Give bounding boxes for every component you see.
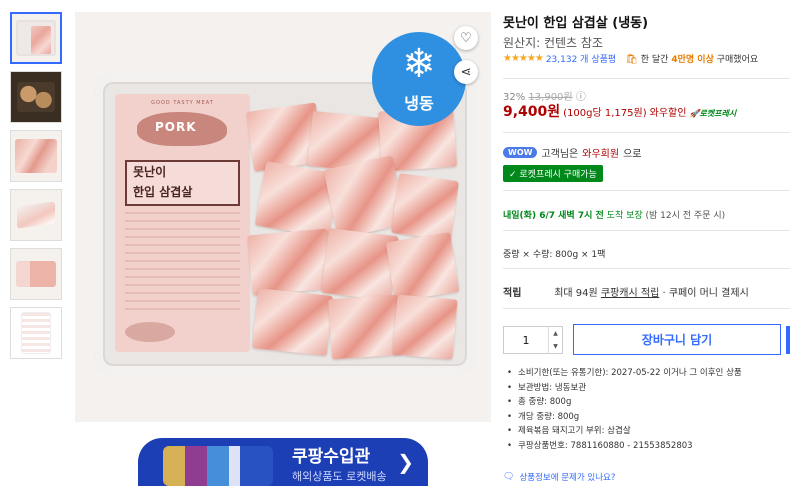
banner-product-art xyxy=(163,446,273,486)
wow-member-link[interactable]: 와우회원 xyxy=(582,145,619,160)
product-origin: 원산지: 컨텐츠 참조 xyxy=(503,36,603,50)
share-icon: ⋖ xyxy=(460,64,472,80)
divider xyxy=(503,132,790,133)
main-product-image: GOOD TASTY MEAT PORK 못난이 한입 삼겹살 ❄ 냉동 xyxy=(75,12,491,422)
quantity-decrease-icon[interactable]: ▼ xyxy=(549,340,562,353)
bought-count: 4만명 이상 xyxy=(671,55,714,65)
heart-icon: ♡ xyxy=(460,30,472,46)
bought-prefix: 한 달간 xyxy=(640,55,669,65)
product-details-list: 소비기한(또는 유통기한): 2027-05-22 이거나 그 이후인 상품 보… xyxy=(507,366,742,453)
label-pork: PORK xyxy=(155,120,197,134)
label-brand: GOOD TASTY MEAT xyxy=(151,100,214,106)
unit-price: (100g당 1,175원) xyxy=(563,108,647,119)
thumbnail-5[interactable] xyxy=(10,248,62,300)
thumbnail-3[interactable] xyxy=(10,130,62,182)
buy-now-edge[interactable] xyxy=(786,326,790,354)
delivery-guarantee: 도착 보장 xyxy=(606,211,643,221)
wishlist-heart-button[interactable]: ♡ xyxy=(454,26,478,50)
divider xyxy=(503,308,790,309)
label-name-line2: 한입 삼겹살 xyxy=(133,185,193,199)
thumbnail-4[interactable] xyxy=(10,189,62,241)
list-item: 총 중량: 800g xyxy=(507,395,742,410)
frozen-badge: ❄ 냉동 xyxy=(372,32,466,126)
bought-suffix: 구매했어요 xyxy=(716,55,759,65)
divider xyxy=(503,230,790,231)
coupang-cash-link[interactable]: 쿠팡캐시 적립 xyxy=(601,288,659,299)
review-count-link[interactable]: 23,132 개 상품평 xyxy=(546,52,616,65)
chat-icon: 🗨 xyxy=(503,472,515,482)
thumbnail-1[interactable] xyxy=(10,12,62,64)
price-row: 9,400원 (100g당 1,175원) 와우할인 🚀로켓프레시 xyxy=(503,101,736,121)
label-fine-print xyxy=(125,212,240,312)
thumbnail-2[interactable] xyxy=(10,71,62,123)
list-item: 쿠팡상품번호: 7881160880 - 21553852803 xyxy=(507,439,742,454)
divider xyxy=(503,268,790,269)
shopping-bag-icon: 🛍 xyxy=(625,54,638,65)
sale-price: 9,400원 xyxy=(503,104,561,120)
rocket-fresh-badge: 🚀로켓프레시 xyxy=(689,108,736,119)
bought-info: 🛍 한 달간 4만명 이상 구매했어요 xyxy=(625,52,758,65)
delivery-date: 내일(화) 6/7 새벽 7시 전 xyxy=(503,211,604,221)
report-issue-link[interactable]: 🗨 상품정보에 문제가 있나요? xyxy=(503,471,615,483)
wow-member-row: WOW 고객님은 와우회원 으로 xyxy=(503,145,641,160)
delivery-info: 내일(화) 6/7 새벽 7시 전 도착 보장 (밤 12시 전 주문 시) xyxy=(503,208,725,221)
rocket-icon: 🚀 xyxy=(689,109,700,118)
delivery-note: (밤 12시 전 주문 시) xyxy=(645,211,726,221)
banner-title: 쿠팡수입관 xyxy=(292,447,371,467)
thumbnail-list xyxy=(10,12,62,366)
wow-text-suffix: 으로 xyxy=(623,149,642,160)
points-row: 적립 최대 94원 쿠팡캐시 적립 · 쿠페이 머니 결제시 xyxy=(503,284,749,299)
rating-stars-icon: ★★★★★ xyxy=(503,53,544,64)
add-to-cart-button[interactable]: 장바구니 담기 xyxy=(573,324,781,355)
label-seal xyxy=(125,322,175,342)
list-item: 소비기한(또는 유통기한): 2027-05-22 이거나 그 이후인 상품 xyxy=(507,366,742,381)
share-button[interactable]: ⋖ xyxy=(454,60,478,84)
points-tail: · 쿠페이 머니 결제시 xyxy=(662,288,749,299)
rating-row: ★★★★★ 23,132 개 상품평 🛍 한 달간 4만명 이상 구매했어요 xyxy=(503,52,758,65)
report-issue-label: 상품정보에 문제가 있나요? xyxy=(519,473,616,483)
wow-badge: WOW xyxy=(503,147,538,158)
label-name-box: 못난이 한입 삼겹살 xyxy=(125,160,240,206)
list-item: 제육볶음 돼지고기 부위: 삼겹살 xyxy=(507,424,742,439)
banner-subtitle: 해외상품도 로켓배송 xyxy=(292,470,387,483)
pork-slices xyxy=(246,102,460,362)
quantity-stepper: 1 ▲ ▼ xyxy=(503,326,563,354)
wow-text-prefix: 고객님은 xyxy=(541,149,579,160)
list-item: 개당 중량: 800g xyxy=(507,410,742,425)
import-store-banner[interactable]: 쿠팡수입관 해외상품도 로켓배송 ❯ xyxy=(138,438,428,486)
thumbnail-6[interactable] xyxy=(10,307,62,359)
frozen-badge-label: 냉동 xyxy=(404,94,434,113)
quantity-increase-icon[interactable]: ▲ xyxy=(549,327,562,340)
snowflake-icon: ❄ xyxy=(402,41,436,87)
package-label: GOOD TASTY MEAT PORK 못난이 한입 삼겹살 xyxy=(115,94,250,352)
chevron-right-icon: ❯ xyxy=(397,450,414,474)
divider xyxy=(503,78,790,79)
points-max: 최대 94원 xyxy=(554,288,598,299)
label-name-line1: 못난이 xyxy=(133,165,167,179)
wow-discount-label: 와우할인 xyxy=(649,108,687,119)
rocket-fresh-label: 로켓프레시 xyxy=(699,109,737,118)
list-item: 보관방법: 냉동보관 xyxy=(507,381,742,396)
product-title: 못난이 한입 삼겹살 (냉동) xyxy=(503,16,649,31)
option-weight-quantity: 중량 × 수량: 800g × 1팩 xyxy=(503,250,606,260)
product-page: GOOD TASTY MEAT PORK 못난이 한입 삼겹살 ❄ 냉동 ♡ ⋖… xyxy=(0,0,790,486)
quantity-input[interactable]: 1 xyxy=(504,327,548,353)
rocket-fresh-available-badge: ✓ 로켓프레시 구매가능 xyxy=(503,165,603,182)
divider xyxy=(503,190,790,191)
points-label: 적립 xyxy=(503,288,522,299)
